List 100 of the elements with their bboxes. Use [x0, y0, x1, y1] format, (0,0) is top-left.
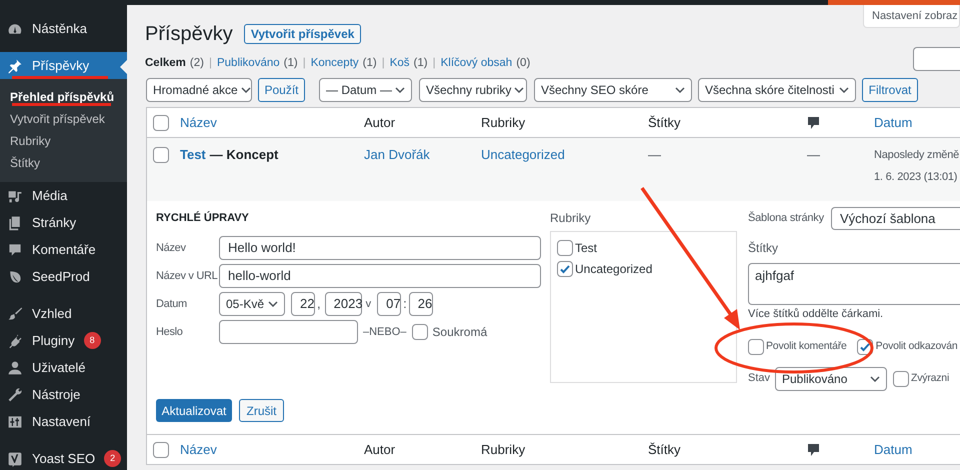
post-count: (1): [414, 56, 428, 72]
template-select[interactable]: Výchozí šablona: [831, 207, 960, 230]
status-filter-link[interactable]: Klíčový obsah: [440, 55, 512, 73]
day-field[interactable]: 22: [291, 292, 315, 316]
sidebar-item[interactable]: Pluginy 8: [0, 327, 127, 354]
chevron-icon: [839, 87, 849, 93]
checkbox[interactable]: [153, 442, 169, 458]
checkbox[interactable]: [153, 147, 169, 163]
category-filter-select[interactable]: Všechny rubriky: [419, 78, 527, 102]
user-icon: [7, 360, 23, 376]
checkbox[interactable]: [893, 370, 909, 386]
date-filter-select[interactable]: — Datum —: [319, 78, 412, 102]
column-header[interactable]: Název: [180, 442, 217, 457]
author-link[interactable]: Jan Dvořák: [364, 145, 430, 165]
post-title-link[interactable]: Test: [180, 145, 206, 165]
sidebar-item[interactable]: Komentáře: [0, 236, 127, 263]
status-filter-link[interactable]: Koncepty: [310, 55, 359, 73]
filter-button[interactable]: Filtrovat: [862, 78, 918, 102]
plug-icon: [7, 332, 23, 348]
column-header: Štítky: [648, 114, 681, 130]
bulk-action-select[interactable]: Hromadné akce: [146, 78, 252, 102]
check-icon: [559, 263, 571, 275]
apply-button[interactable]: Použít: [258, 78, 305, 102]
separator: |: [208, 56, 212, 72]
chevron-icon: [675, 87, 685, 93]
date-text: Naposledy změně: [874, 148, 960, 163]
sidebar-item[interactable]: Nastavení: [0, 408, 127, 435]
year-field[interactable]: 2023: [324, 292, 362, 316]
post-count: (1): [284, 56, 298, 72]
pages-icon: [7, 214, 23, 230]
tags-textarea[interactable]: ajhfgaf: [748, 263, 960, 306]
field-label: Stav: [748, 371, 772, 386]
logo-icon: [7, 450, 23, 466]
sidebar-item[interactable]: Nástroje: [0, 381, 127, 408]
sliders-icon: [7, 414, 23, 430]
checkbox[interactable]: [557, 261, 573, 277]
field-label: Rubriky: [550, 212, 592, 224]
screen-options-tab[interactable]: Nastavení zobraz: [863, 5, 960, 28]
password-field[interactable]: [219, 320, 358, 344]
search-field[interactable]: [913, 47, 960, 71]
status-select[interactable]: Publikováno: [775, 366, 887, 390]
checkbox-label: Povolit odkazován: [876, 339, 958, 354]
column-header[interactable]: Datum: [874, 442, 912, 457]
checkbox-label: Soukromá: [432, 324, 488, 341]
sidebar-item[interactable]: Yoast SEO 2: [0, 445, 127, 470]
separator: :: [403, 295, 407, 314]
status-filter-link[interactable]: Koš: [390, 55, 410, 73]
field-label: Štítky: [748, 242, 780, 254]
add-new-button[interactable]: Vytvořit příspěvek: [244, 24, 362, 44]
sidebar-item[interactable]: Uživatelé: [0, 354, 127, 381]
sidebar-item[interactable]: Média: [0, 182, 127, 209]
submenu-item[interactable]: Štítky: [0, 152, 127, 174]
slug-field[interactable]: hello-world: [219, 264, 541, 288]
column-header[interactable]: Datum: [874, 114, 912, 130]
sidebar-item[interactable]: SeedProd: [0, 263, 127, 290]
column-header[interactable]: Název: [180, 114, 217, 130]
section-heading: RYCHLÉ ÚPRAVY: [156, 212, 250, 224]
speech-bubble-icon: [7, 242, 23, 258]
submenu-item[interactable]: Přehled příspěvků: [0, 86, 127, 108]
column-header: Rubriky: [481, 114, 526, 130]
sidebar-item[interactable]: Příspěvky: [0, 52, 127, 79]
separator: ,: [317, 295, 321, 314]
or-text: –NEBO–: [363, 324, 406, 340]
checkbox-label: Uncategorized: [575, 261, 652, 278]
checkbox[interactable]: [557, 240, 573, 256]
count-badge: 2: [104, 450, 122, 467]
date-text: 1. 6. 2023 (13:01): [874, 170, 958, 185]
seo-score-select[interactable]: Všechny SEO skóre: [534, 78, 692, 102]
brush-icon: [7, 306, 23, 322]
column-header: Rubriky: [481, 442, 526, 457]
readability-select[interactable]: Všechna skóre čitelnosti: [698, 78, 856, 102]
sidebar-item[interactable]: Stránky: [0, 209, 127, 236]
chevron-icon: [240, 87, 251, 93]
month-select[interactable]: 05-Kvě: [219, 292, 285, 316]
checkbox[interactable]: [412, 324, 428, 340]
cancel-button[interactable]: Zrušit: [239, 399, 284, 422]
submenu-item[interactable]: Vytvořit příspěvek: [0, 108, 127, 130]
count-badge: 8: [84, 332, 101, 349]
pin-icon: [7, 58, 23, 74]
checkbox-label: Povolit komentáře: [766, 339, 847, 354]
wrench-icon: [7, 386, 23, 402]
column-header: Autor: [364, 442, 396, 457]
sidebar-item[interactable]: Nástěnka: [0, 15, 127, 42]
sidebar-item[interactable]: Vzhled: [0, 300, 127, 327]
update-button[interactable]: Aktualizovat: [156, 399, 232, 422]
checkbox[interactable]: [748, 339, 764, 355]
checkbox[interactable]: [153, 114, 169, 130]
minute-field[interactable]: 26: [408, 292, 433, 316]
table-cell-text: —: [648, 146, 661, 164]
status-filter-link[interactable]: Celkem: [145, 55, 186, 73]
submenu-item[interactable]: Rubriky: [0, 130, 127, 152]
category-link[interactable]: Uncategorized: [481, 145, 565, 165]
field-label: Název v URL: [156, 268, 218, 284]
hint-text: Více štítků oddělte čárkami.: [748, 308, 884, 320]
field-label: Datum: [156, 296, 188, 312]
status-filter-link[interactable]: Publikováno: [216, 55, 280, 73]
separator: v: [366, 296, 372, 312]
hour-field[interactable]: 07: [377, 292, 402, 316]
leaf-icon: [7, 268, 23, 284]
title-field[interactable]: Hello world!: [219, 236, 541, 260]
